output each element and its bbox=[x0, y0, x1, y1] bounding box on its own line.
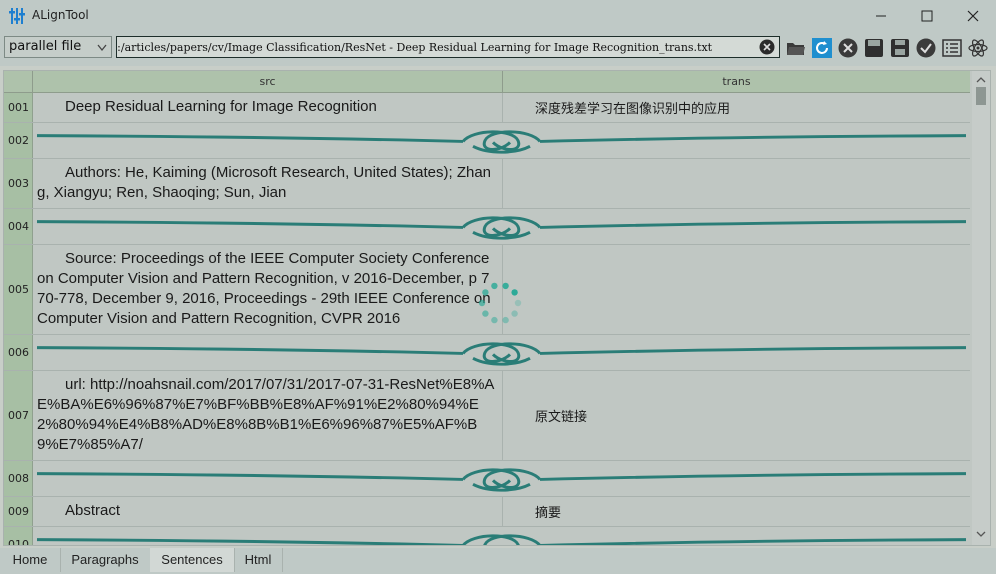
scrollbar-thumb[interactable] bbox=[976, 87, 986, 105]
maximize-icon bbox=[921, 10, 933, 22]
close-icon bbox=[967, 10, 979, 22]
open-folder-icon[interactable] bbox=[786, 38, 806, 58]
separator-row[interactable]: 010 bbox=[4, 527, 970, 545]
tab-paragraphs[interactable]: Paragraphs bbox=[60, 548, 151, 572]
knot-separator-icon bbox=[36, 534, 967, 545]
row-number[interactable]: 008 bbox=[4, 461, 33, 496]
translation-cell[interactable] bbox=[503, 159, 970, 208]
knot-separator-icon bbox=[36, 342, 967, 366]
file-path-input[interactable]: c:/articles/papers/cv/Image Classificati… bbox=[116, 36, 780, 58]
source-cell[interactable]: url: http://noahsnail.com/2017/07/31/201… bbox=[33, 371, 503, 460]
knot-separator-icon bbox=[36, 130, 967, 154]
cancel-icon[interactable] bbox=[838, 38, 858, 58]
save-as-icon[interactable] bbox=[890, 38, 910, 58]
tab-home[interactable]: Home bbox=[0, 548, 61, 572]
tab-sentences[interactable]: Sentences bbox=[150, 548, 235, 572]
check-icon[interactable] bbox=[916, 38, 936, 58]
close-button[interactable] bbox=[950, 0, 996, 32]
save-icon[interactable] bbox=[864, 38, 884, 58]
scroll-up-icon[interactable] bbox=[972, 73, 990, 87]
row-number[interactable]: 005 bbox=[4, 245, 33, 334]
separator-row[interactable]: 008 bbox=[4, 461, 970, 497]
loading-spinner-icon bbox=[478, 282, 522, 324]
column-header-src[interactable]: src bbox=[33, 71, 503, 93]
row-number[interactable]: 001 bbox=[4, 93, 33, 122]
chevron-down-icon bbox=[97, 44, 107, 52]
row-number[interactable]: 007 bbox=[4, 371, 33, 460]
minimize-icon bbox=[876, 15, 886, 17]
source-cell[interactable]: Source: Proceedings of the IEEE Computer… bbox=[33, 245, 503, 334]
minimize-button[interactable] bbox=[858, 0, 904, 32]
table-row[interactable]: 003 Authors: He, Kaiming (Microsoft Resea… bbox=[4, 159, 970, 209]
source-cell[interactable]: Abstract bbox=[33, 497, 503, 526]
translation-cell[interactable]: 摘要 bbox=[503, 497, 970, 526]
atom-icon[interactable] bbox=[968, 38, 988, 58]
maximize-button[interactable] bbox=[904, 0, 950, 32]
separator-row[interactable]: 006 bbox=[4, 335, 970, 371]
translation-cell[interactable]: 原文链接 bbox=[503, 371, 970, 460]
clear-path-icon[interactable] bbox=[759, 39, 775, 55]
file-type-value: parallel file bbox=[9, 39, 82, 54]
app-logo-icon bbox=[9, 8, 25, 24]
scroll-down-icon[interactable] bbox=[972, 527, 990, 541]
translation-cell[interactable] bbox=[503, 245, 970, 334]
source-cell[interactable]: Deep Residual Learning for Image Recogni… bbox=[33, 93, 503, 122]
reload-icon[interactable] bbox=[812, 38, 832, 58]
table-row[interactable]: 007 url: http://noahsnail.com/2017/07/31/… bbox=[4, 371, 970, 461]
vertical-scrollbar[interactable] bbox=[972, 71, 990, 545]
file-type-select[interactable]: parallel file bbox=[4, 36, 112, 58]
separator-row[interactable]: 004 bbox=[4, 209, 970, 245]
knot-separator-icon bbox=[36, 468, 967, 492]
file-path-text: c:/articles/papers/cv/Image Classificati… bbox=[116, 41, 713, 54]
bottom-tab-bar: Home Paragraphs Sentences Html bbox=[0, 548, 996, 574]
window-title: ALignTool bbox=[32, 8, 89, 22]
toolbar: parallel file c:/articles/papers/cv/Imag… bbox=[0, 32, 996, 66]
row-number[interactable]: 010 bbox=[4, 527, 33, 545]
translation-cell[interactable]: 深度残差学习在图像识别中的应用 bbox=[503, 93, 970, 122]
row-number[interactable]: 002 bbox=[4, 123, 33, 158]
column-header-trans[interactable]: trans bbox=[503, 71, 970, 93]
row-number[interactable]: 006 bbox=[4, 335, 33, 370]
table-row[interactable]: 001 Deep Residual Learning for Image Reco… bbox=[4, 93, 970, 123]
source-cell[interactable]: Authors: He, Kaiming (Microsoft Research… bbox=[33, 159, 503, 208]
separator-row[interactable]: 002 bbox=[4, 123, 970, 159]
knot-separator-icon bbox=[36, 216, 967, 240]
row-number[interactable]: 003 bbox=[4, 159, 33, 208]
row-number[interactable]: 009 bbox=[4, 497, 33, 526]
row-number[interactable]: 004 bbox=[4, 209, 33, 244]
title-bar: ALignTool bbox=[0, 0, 996, 32]
table-row[interactable]: 009 Abstract 摘要 bbox=[4, 497, 970, 527]
tab-html[interactable]: Html bbox=[234, 548, 283, 572]
corner-header bbox=[4, 71, 33, 93]
list-icon[interactable] bbox=[942, 38, 962, 58]
